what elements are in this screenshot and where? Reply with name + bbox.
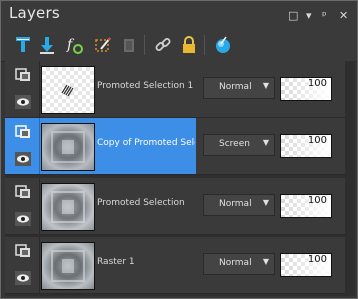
delete-layer-icon[interactable] (119, 35, 139, 55)
layer-type-icon (15, 184, 31, 198)
close-icon[interactable]: ✕ (339, 9, 348, 22)
chevron-down-icon: ▼ (262, 257, 269, 266)
blend-mode-value: Normal (219, 82, 252, 92)
chevron-down-icon: ▼ (262, 138, 269, 147)
layer-properties: Normal ▼ 100 (196, 237, 345, 293)
opacity-value: 100 (307, 135, 327, 146)
layers-list: Promoted Selection 1 Normal ▼ 100 Copy o… (5, 61, 355, 296)
visibility-eye-icon[interactable] (15, 270, 31, 285)
opacity-value: 100 (307, 195, 327, 206)
layer-name[interactable]: Copy of Promoted Selection (97, 138, 195, 148)
opacity-value: 100 (307, 254, 327, 265)
scrollbar[interactable] (349, 61, 355, 296)
opacity-field[interactable]: 100 (280, 77, 332, 101)
layer-thumbnail (41, 183, 95, 231)
visibility-eye-icon[interactable] (15, 94, 31, 109)
layer-thumbnail (41, 123, 95, 171)
opacity-value: 100 (307, 78, 327, 89)
layers-panel: Layers □ ▾ ᵖ ✕ f Promoted Selection 1 No… (0, 0, 358, 299)
blend-mode-select[interactable]: Normal ▼ (203, 77, 275, 99)
layer-controls (5, 237, 40, 293)
layer-row[interactable]: Raster 1 Normal ▼ 100 (5, 237, 345, 294)
blend-mode-select[interactable]: Normal ▼ (203, 253, 275, 275)
blend-ranges-icon[interactable] (213, 35, 233, 55)
opacity-field[interactable]: 100 (280, 194, 332, 218)
layer-name[interactable]: Promoted Selection (97, 198, 195, 208)
panel-title: Layers (9, 4, 60, 22)
layer-type-icon (15, 67, 31, 81)
link-icon[interactable] (153, 35, 173, 55)
edit-selection-icon[interactable] (93, 35, 113, 55)
panel-menu-icon[interactable]: ▾ (306, 9, 312, 22)
visibility-eye-icon[interactable] (15, 211, 31, 226)
chevron-down-icon: ▼ (262, 81, 269, 90)
blend-mode-select[interactable]: Normal ▼ (203, 194, 275, 216)
opacity-field[interactable]: 100 (280, 134, 332, 158)
layer-thumbnail (41, 66, 95, 114)
new-raster-layer-icon[interactable] (13, 35, 33, 55)
layer-type-icon (15, 124, 31, 138)
blend-mode-select[interactable]: Screen ▼ (203, 134, 275, 156)
layer-thumbnail (41, 242, 95, 290)
toolbar-separator (204, 35, 205, 55)
visibility-eye-icon[interactable] (15, 151, 31, 166)
layer-row[interactable]: Promoted Selection Normal ▼ 100 (5, 178, 345, 235)
panel-titlebar[interactable]: Layers □ ▾ ᵖ ✕ (1, 1, 357, 29)
pin-icon[interactable]: ᵖ (322, 9, 327, 22)
layer-type-icon (15, 243, 31, 257)
maximize-icon[interactable]: □ (288, 9, 298, 22)
opacity-field[interactable]: 100 (280, 253, 332, 277)
merge-down-icon[interactable] (37, 35, 57, 55)
layer-properties: Normal ▼ 100 (196, 178, 345, 234)
chevron-down-icon: ▼ (262, 198, 269, 207)
layer-row[interactable]: Promoted Selection 1 Normal ▼ 100 (5, 61, 345, 118)
layer-row[interactable]: Copy of Promoted Selection Screen ▼ 100 (5, 118, 345, 175)
layer-controls (5, 178, 40, 234)
layer-styles-icon[interactable]: f (64, 35, 84, 55)
blend-mode-value: Screen (219, 139, 250, 149)
layers-toolbar: f (1, 29, 357, 62)
layer-name[interactable]: Raster 1 (97, 257, 195, 267)
lock-icon[interactable] (179, 35, 199, 55)
layer-name[interactable]: Promoted Selection 1 (97, 81, 195, 91)
blend-mode-value: Normal (219, 199, 252, 209)
layer-controls (5, 118, 40, 174)
layer-properties: Normal ▼ 100 (196, 61, 345, 117)
layer-controls (5, 61, 40, 117)
layer-properties: Screen ▼ 100 (196, 118, 345, 174)
toolbar-separator (144, 35, 145, 55)
blend-mode-value: Normal (219, 258, 252, 268)
